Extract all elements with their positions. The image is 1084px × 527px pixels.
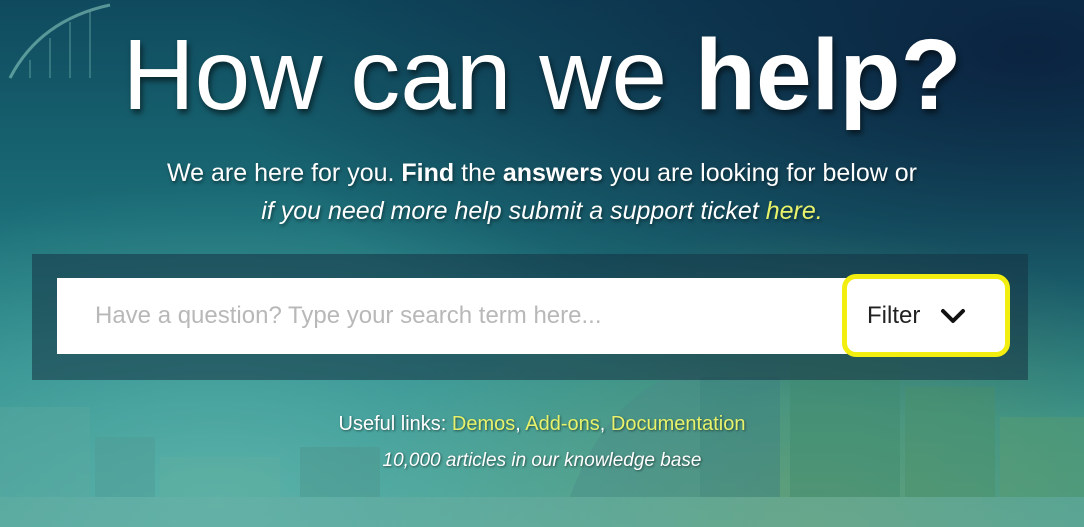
intro-line-1: We are here for you. Find the answers yo… <box>0 154 1084 192</box>
page-title-regular: How can we <box>122 19 695 131</box>
filter-dropdown-button[interactable]: Filter <box>842 274 1010 357</box>
chevron-down-icon <box>941 308 966 323</box>
page-title: How can we help? <box>0 20 1084 130</box>
link-separator: , <box>599 413 611 435</box>
useful-links-prefix: Useful links: <box>338 413 452 435</box>
filter-label: Filter <box>867 301 921 329</box>
hero-banner: How can we help? We are here for you. Fi… <box>0 0 1084 527</box>
link-add-ons[interactable]: Add-ons <box>525 413 600 435</box>
intro-text-bold: answers <box>502 159 603 187</box>
intro-text-segment: you are looking for below or <box>602 159 917 187</box>
link-documentation[interactable]: Documentation <box>611 413 746 435</box>
intro-text: We are here for you. Find the answers yo… <box>0 154 1084 230</box>
search-input[interactable] <box>57 278 847 354</box>
link-demos[interactable]: Demos <box>452 413 515 435</box>
intro-text-italic: if you need more help submit a support t… <box>261 197 766 225</box>
page-title-bold: help? <box>694 19 962 131</box>
intro-text-segment: the <box>454 159 503 187</box>
support-ticket-link[interactable]: here. <box>766 197 823 225</box>
intro-text-bold: Find <box>401 159 455 187</box>
articles-count: 10,000 articles in our knowledge base <box>382 450 702 471</box>
intro-text-segment: We are here for you. <box>167 159 402 187</box>
intro-line-2: if you need more help submit a support t… <box>0 192 1084 230</box>
link-separator: , <box>515 413 526 435</box>
useful-links: Useful links: Demos, Add-ons, Documentat… <box>0 410 1084 438</box>
